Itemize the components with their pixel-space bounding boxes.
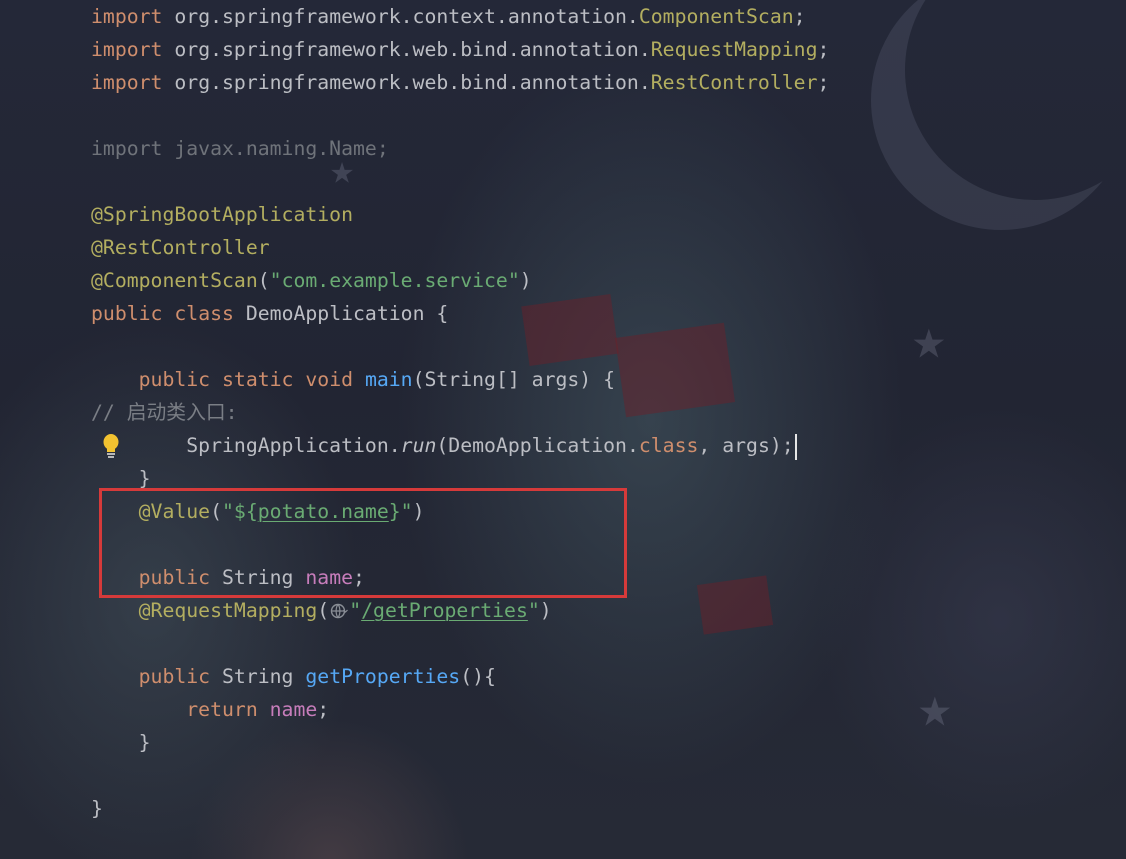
code-line[interactable] bbox=[0, 330, 1126, 363]
code-line[interactable]: public String getProperties(){ bbox=[0, 660, 1126, 693]
code-line[interactable]: } bbox=[0, 792, 1126, 825]
code-line-text: return name; bbox=[91, 693, 329, 726]
code-token: class bbox=[174, 302, 246, 325]
text-caret bbox=[794, 433, 797, 460]
code-line[interactable]: @SpringBootApplication bbox=[0, 198, 1126, 231]
code-token: /getProperties bbox=[361, 599, 528, 622]
code-line[interactable]: public class DemoApplication { bbox=[0, 297, 1126, 330]
code-line-text: @RestController bbox=[91, 231, 270, 264]
code-line[interactable]: SpringApplication.run(DemoApplication.cl… bbox=[0, 429, 1126, 462]
code-token: import bbox=[91, 5, 175, 28]
code-token: ; bbox=[817, 71, 830, 94]
globe-icon[interactable] bbox=[330, 602, 349, 620]
code-token: (){ bbox=[460, 665, 496, 688]
code-line-text: import javax.naming.Name; bbox=[91, 132, 389, 165]
code-token: import bbox=[91, 38, 175, 61]
code-line[interactable] bbox=[0, 99, 1126, 132]
code-editor[interactable]: import org.springframework.context.annot… bbox=[0, 0, 1126, 859]
code-token: public bbox=[91, 302, 175, 325]
code-line-text: @SpringBootApplication bbox=[91, 198, 353, 231]
code-token: ( bbox=[317, 599, 330, 622]
code-token: String bbox=[222, 665, 306, 688]
code-line[interactable]: import org.springframework.web.bind.anno… bbox=[0, 66, 1126, 99]
code-line[interactable]: @RestController bbox=[0, 231, 1126, 264]
code-token: org.springframework.web.bind.annotation. bbox=[174, 71, 651, 94]
code-token: ( bbox=[257, 269, 270, 292]
lightbulb-icon[interactable] bbox=[102, 433, 120, 459]
code-token: SpringApplication. bbox=[91, 434, 401, 457]
code-line-text: import org.springframework.web.bind.anno… bbox=[91, 33, 829, 66]
code-token: run bbox=[400, 434, 437, 457]
code-line-text: import org.springframework.web.bind.anno… bbox=[91, 66, 829, 99]
code-line[interactable]: import javax.naming.Name; bbox=[0, 132, 1126, 165]
code-token: " bbox=[349, 599, 362, 622]
code-token: DemoApplication { bbox=[245, 302, 449, 325]
code-token: ) bbox=[519, 269, 532, 292]
highlight-annotation-box bbox=[99, 488, 627, 598]
code-token: static bbox=[222, 368, 306, 391]
code-line[interactable]: } bbox=[0, 726, 1126, 759]
code-token: ; bbox=[793, 5, 806, 28]
code-token: " bbox=[527, 599, 540, 622]
code-token: public bbox=[91, 368, 223, 391]
code-line[interactable] bbox=[0, 627, 1126, 660]
code-line[interactable] bbox=[0, 759, 1126, 792]
code-line-text: @RequestMapping( "/getProperties") bbox=[91, 594, 552, 627]
code-token: ) bbox=[539, 599, 552, 622]
code-line[interactable]: @ComponentScan("com.example.service") bbox=[0, 264, 1126, 297]
code-line-text: SpringApplication.run(DemoApplication.cl… bbox=[91, 429, 797, 462]
code-token: getProperties bbox=[305, 665, 461, 688]
code-token: (String[] args) { bbox=[412, 368, 616, 391]
code-token: org.springframework.context.annotation. bbox=[174, 5, 639, 28]
code-token: name bbox=[269, 698, 318, 721]
code-line[interactable] bbox=[0, 165, 1126, 198]
code-line-text: @ComponentScan("com.example.service") bbox=[91, 264, 532, 297]
code-token: @RequestMapping bbox=[91, 599, 318, 622]
code-token: "com.example.service" bbox=[269, 269, 520, 292]
code-token: public bbox=[91, 665, 223, 688]
code-line[interactable]: // 启动类入口: bbox=[0, 396, 1126, 429]
code-line-text: public class DemoApplication { bbox=[91, 297, 448, 330]
code-line[interactable]: return name; bbox=[0, 693, 1126, 726]
code-token: (DemoApplication. bbox=[436, 434, 639, 457]
code-line[interactable]: import org.springframework.context.annot… bbox=[0, 0, 1126, 33]
code-line[interactable]: @RequestMapping( "/getProperties") bbox=[0, 594, 1126, 627]
code-token: import bbox=[91, 71, 175, 94]
code-token: class bbox=[638, 434, 699, 457]
code-line-text: public static void main(String[] args) { bbox=[91, 363, 615, 396]
code-line[interactable]: import org.springframework.web.bind.anno… bbox=[0, 33, 1126, 66]
code-line-text: import org.springframework.context.annot… bbox=[91, 0, 806, 33]
code-token: // 启动类入口: bbox=[91, 401, 238, 424]
code-line[interactable]: public static void main(String[] args) { bbox=[0, 363, 1126, 396]
code-token: ; bbox=[817, 38, 830, 61]
code-token: ComponentScan bbox=[638, 5, 794, 28]
code-line-text: } bbox=[91, 726, 151, 759]
code-token: } bbox=[91, 797, 103, 820]
code-token: return bbox=[91, 698, 270, 721]
code-line-text: public String getProperties(){ bbox=[91, 660, 496, 693]
code-token: } bbox=[91, 467, 151, 490]
code-token: @SpringBootApplication bbox=[91, 203, 354, 226]
code-line-text: } bbox=[91, 792, 103, 825]
code-token: RestController bbox=[650, 71, 818, 94]
code-token: } bbox=[91, 731, 151, 754]
code-token: import javax.naming.Name; bbox=[91, 137, 389, 160]
code-token: , args); bbox=[698, 434, 794, 457]
code-line-text: // 启动类入口: bbox=[91, 396, 238, 429]
code-token: @RestController bbox=[91, 236, 270, 259]
code-token: ; bbox=[317, 698, 330, 721]
code-token: org.springframework.web.bind.annotation. bbox=[174, 38, 651, 61]
code-token: void bbox=[305, 368, 365, 391]
code-token: main bbox=[364, 368, 413, 391]
code-token: @ComponentScan bbox=[91, 269, 258, 292]
code-token: RequestMapping bbox=[650, 38, 818, 61]
